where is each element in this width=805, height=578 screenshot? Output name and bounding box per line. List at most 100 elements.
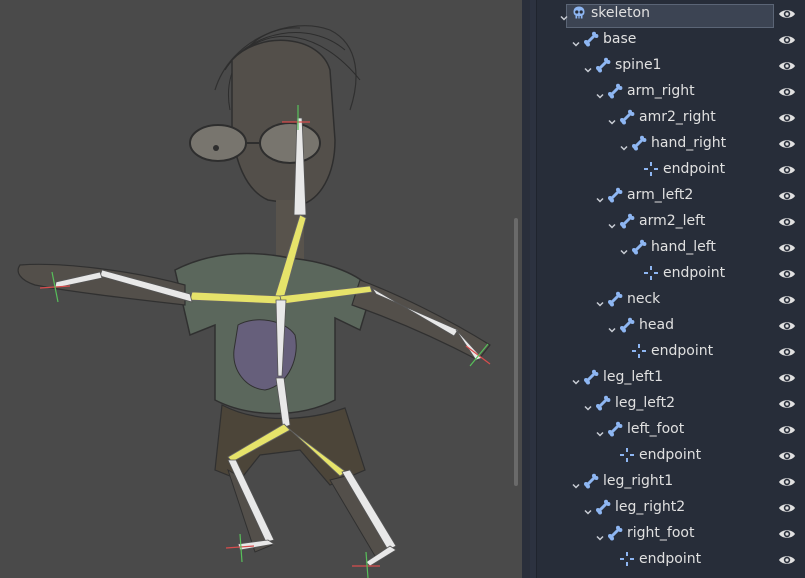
tree-item-label: arm_right: [627, 83, 695, 99]
tree-item-right-foot[interactable]: right_foot: [537, 520, 805, 546]
visibility-eye-icon[interactable]: [778, 84, 796, 98]
viewport-canvas[interactable]: [0, 0, 522, 578]
chevron-down-icon[interactable]: [607, 320, 617, 333]
tree-item-skeleton[interactable]: skeleton: [537, 0, 805, 28]
chevron-down-icon[interactable]: [595, 294, 605, 307]
visibility-eye-icon[interactable]: [778, 422, 796, 436]
tree-item-label: endpoint: [639, 447, 702, 463]
tree-item-head[interactable]: head: [537, 312, 805, 338]
bone-icon: [595, 57, 611, 73]
tree-item-label: right_foot: [627, 525, 695, 541]
visibility-eye-icon[interactable]: [778, 292, 796, 306]
bone-icon: [619, 213, 635, 229]
bone-icon: [583, 31, 599, 47]
bone-icon: [607, 291, 623, 307]
tree-item-label: base: [603, 31, 637, 47]
scene-tree[interactable]: skeleton base spine1 arm_right amr2_righthan…: [536, 0, 805, 578]
chevron-down-icon[interactable]: [595, 424, 605, 437]
visibility-eye-icon[interactable]: [778, 318, 796, 332]
tree-item-neck[interactable]: neck: [537, 286, 805, 312]
tree-item-endpoint[interactable]: endpoint: [537, 156, 805, 182]
chevron-down-icon[interactable]: [571, 34, 581, 47]
tree-item-label: neck: [627, 291, 661, 307]
chevron-down-icon[interactable]: [595, 190, 605, 203]
bone-icon: [583, 473, 599, 489]
position-icon: [643, 265, 659, 281]
scene-dock: skeleton base spine1 arm_right amr2_righthan…: [530, 0, 805, 578]
chevron-down-icon[interactable]: [583, 502, 593, 515]
tree-item-arm2-left[interactable]: arm2_left: [537, 208, 805, 234]
visibility-eye-icon[interactable]: [778, 110, 796, 124]
chevron-down-icon[interactable]: [619, 242, 629, 255]
tree-item-label: arm_left2: [627, 187, 694, 203]
bone-icon: [631, 135, 647, 151]
visibility-eye-icon[interactable]: [778, 162, 796, 176]
tree-item-base[interactable]: base: [537, 26, 805, 52]
visibility-eye-icon[interactable]: [778, 526, 796, 540]
tree-item-left-foot[interactable]: left_foot: [537, 416, 805, 442]
tree-item-label: leg_right1: [603, 473, 674, 489]
visibility-eye-icon[interactable]: [778, 240, 796, 254]
chevron-down-icon[interactable]: [583, 60, 593, 73]
visibility-eye-icon[interactable]: [778, 396, 796, 410]
tree-item-label: head: [639, 317, 674, 333]
visibility-eye-icon[interactable]: [778, 6, 796, 20]
tree-item-label: leg_left1: [603, 369, 663, 385]
visibility-eye-icon[interactable]: [778, 58, 796, 72]
chevron-down-icon[interactable]: [559, 8, 569, 21]
chevron-down-icon[interactable]: [619, 138, 629, 151]
chevron-down-icon[interactable]: [595, 528, 605, 541]
bone-icon: [607, 83, 623, 99]
chevron-down-icon[interactable]: [595, 86, 605, 99]
visibility-eye-icon[interactable]: [778, 552, 796, 566]
tree-item-label: arm2_left: [639, 213, 706, 229]
tree-item-label: hand_left: [651, 239, 716, 255]
chevron-down-icon[interactable]: [607, 216, 617, 229]
bone-icon: [595, 499, 611, 515]
visibility-eye-icon[interactable]: [778, 500, 796, 514]
position-icon: [631, 343, 647, 359]
viewport-scrollbar[interactable]: [514, 218, 518, 486]
tree-item-arm-left2[interactable]: arm_left2: [537, 182, 805, 208]
tree-item-endpoint[interactable]: endpoint: [537, 546, 805, 572]
position-icon: [643, 161, 659, 177]
bone-icon: [607, 525, 623, 541]
tree-item-label: amr2_right: [639, 109, 716, 125]
tree-item-label: leg_right2: [615, 499, 686, 515]
chevron-down-icon[interactable]: [571, 372, 581, 385]
position-icon: [619, 551, 635, 567]
position-icon: [619, 447, 635, 463]
visibility-eye-icon[interactable]: [778, 266, 796, 280]
visibility-eye-icon[interactable]: [778, 448, 796, 462]
visibility-eye-icon[interactable]: [778, 474, 796, 488]
tree-item-label: endpoint: [651, 343, 714, 359]
tree-item-amr2-right[interactable]: amr2_right: [537, 104, 805, 130]
dock-splitter[interactable]: [522, 0, 530, 578]
chevron-down-icon[interactable]: [583, 398, 593, 411]
visibility-eye-icon[interactable]: [778, 136, 796, 150]
tree-item-hand-left[interactable]: hand_left: [537, 234, 805, 260]
visibility-eye-icon[interactable]: [778, 214, 796, 228]
chevron-down-icon[interactable]: [571, 476, 581, 489]
visibility-eye-icon[interactable]: [778, 370, 796, 384]
visibility-eye-icon[interactable]: [778, 344, 796, 358]
bone-icon: [619, 109, 635, 125]
visibility-eye-icon[interactable]: [778, 32, 796, 46]
tree-item-endpoint[interactable]: endpoint: [537, 338, 805, 364]
tree-item-endpoint[interactable]: endpoint: [537, 260, 805, 286]
tree-item-leg-right2[interactable]: leg_right2: [537, 494, 805, 520]
tree-item-arm-right[interactable]: arm_right: [537, 78, 805, 104]
bone-icon: [583, 369, 599, 385]
tree-item-endpoint[interactable]: endpoint: [537, 442, 805, 468]
chevron-down-icon[interactable]: [607, 112, 617, 125]
tree-item-hand-right[interactable]: hand_right: [537, 130, 805, 156]
tree-item-label: leg_left2: [615, 395, 675, 411]
tree-item-label: endpoint: [639, 551, 702, 567]
tree-item-label: endpoint: [663, 161, 726, 177]
tree-item-leg-left2[interactable]: leg_left2: [537, 390, 805, 416]
visibility-eye-icon[interactable]: [778, 188, 796, 202]
canvas-viewport[interactable]: [0, 0, 522, 578]
tree-item-leg-left1[interactable]: leg_left1: [537, 364, 805, 390]
tree-item-spine1[interactable]: spine1: [537, 52, 805, 78]
tree-item-leg-right1[interactable]: leg_right1: [537, 468, 805, 494]
